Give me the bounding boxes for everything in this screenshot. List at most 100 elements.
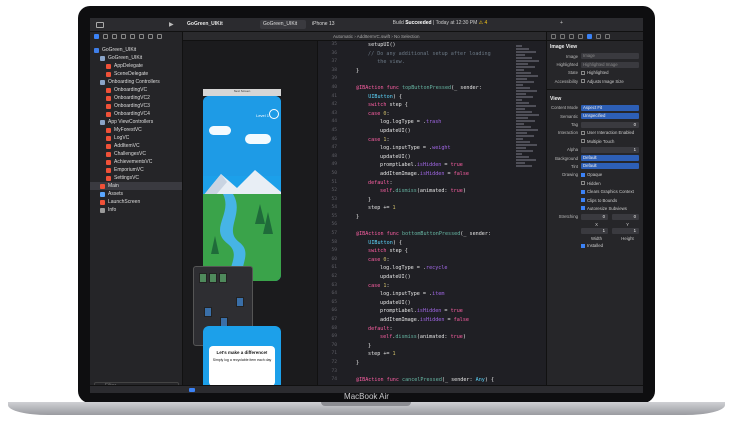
code-line[interactable]: @IBAction func cancelPressed(_ sender: A…: [344, 376, 544, 385]
code-line[interactable]: case 0:: [344, 256, 544, 265]
code-line[interactable]: [344, 368, 544, 377]
code-line[interactable]: UIButton) {: [344, 93, 544, 102]
sidebar-toggle-icon[interactable]: [96, 21, 104, 28]
tag-field[interactable]: 0: [581, 121, 639, 128]
code-line[interactable]: log.logType = .trash: [344, 118, 544, 127]
tree-item[interactable]: AchievementsVC: [90, 158, 182, 166]
size-icon[interactable]: [596, 34, 601, 39]
clips-bounds-checkbox[interactable]: [581, 198, 585, 203]
code-line[interactable]: // Do any additional setup after loading: [344, 50, 544, 59]
code-line[interactable]: }: [344, 213, 544, 222]
device-selector[interactable]: iPhone 13: [312, 21, 335, 27]
source-control-icon[interactable]: [103, 34, 108, 39]
code-line[interactable]: self.dismiss(animated: true): [344, 333, 544, 342]
tree-item[interactable]: GoGreen_UIKit: [90, 54, 182, 62]
image-field[interactable]: Image: [581, 53, 639, 60]
semantic-select[interactable]: Unspecified: [581, 113, 639, 120]
code-editor[interactable]: 35 36 37 38 39 40 41 42 43 44 45 46 47 48 49 50 51 52 53 54…: [318, 41, 546, 393]
tree-item[interactable]: GoGreen_UIKit: [90, 46, 182, 54]
code-line[interactable]: @IBAction func topButtonPressed(_ sender…: [344, 84, 544, 93]
folder-icon[interactable]: [94, 34, 99, 39]
code-line[interactable]: [344, 75, 544, 84]
code-line[interactable]: switch step {: [344, 101, 544, 110]
scene-thumbnail[interactable]: [204, 307, 212, 317]
installed-checkbox[interactable]: [581, 243, 585, 248]
scene-preview-onboarding[interactable]: Let's make a difference! Simply log a re…: [203, 326, 281, 393]
tree-item[interactable]: AppDelegate: [90, 62, 182, 70]
history-icon[interactable]: [560, 34, 565, 39]
scene-thumbnail[interactable]: [209, 273, 217, 283]
tree-item[interactable]: Info: [90, 206, 182, 214]
code-line[interactable]: promptLabel.isHidden = true: [344, 307, 544, 316]
highlighted-field[interactable]: Highlighted Image: [581, 61, 639, 68]
opaque-checkbox[interactable]: [581, 172, 585, 177]
run-icon[interactable]: ▶: [169, 21, 174, 28]
code-line[interactable]: log.logType = .recycle: [344, 264, 544, 273]
code-line[interactable]: step += 1: [344, 204, 544, 213]
stretch-height-field[interactable]: 1: [612, 228, 639, 235]
file-inspector-icon[interactable]: [551, 34, 556, 39]
symbol-icon[interactable]: [112, 34, 117, 39]
issue-icon[interactable]: [130, 34, 135, 39]
scene-thumbnail[interactable]: [219, 273, 227, 283]
alpha-field[interactable]: 1: [581, 146, 639, 153]
code-line[interactable]: case 0:: [344, 110, 544, 119]
code-line[interactable]: log.inputType = .item: [344, 290, 544, 299]
stretch-width-field[interactable]: 1: [581, 228, 608, 235]
hidden-checkbox[interactable]: [581, 181, 585, 186]
code-line[interactable]: case 1:: [344, 282, 544, 291]
multiple-touch-checkbox[interactable]: [581, 139, 585, 144]
tree-item[interactable]: Main: [90, 182, 182, 190]
code-line[interactable]: updateUI(): [344, 273, 544, 282]
tree-item[interactable]: MyForestVC: [90, 126, 182, 134]
tree-item[interactable]: App ViewControllers: [90, 118, 182, 126]
code-line[interactable]: log.inputType = .weight: [344, 144, 544, 153]
code-line[interactable]: updateUI(): [344, 299, 544, 308]
tree-item[interactable]: Onboarding Controllers: [90, 78, 182, 86]
identity-icon[interactable]: [578, 34, 583, 39]
code-line[interactable]: addItemImage.isHidden = false: [344, 170, 544, 179]
minimap[interactable]: [516, 45, 540, 167]
code-line[interactable]: updateUI(): [344, 127, 544, 136]
code-line[interactable]: default:: [344, 179, 544, 188]
attributes-icon[interactable]: [587, 34, 592, 39]
code-line[interactable]: case 1:: [344, 136, 544, 145]
content-mode-select[interactable]: Aspect Fit: [581, 104, 639, 111]
add-icon[interactable]: +: [560, 20, 563, 26]
code-line[interactable]: }: [344, 342, 544, 351]
code-line[interactable]: updateUI(): [344, 153, 544, 162]
code-line[interactable]: the view.: [344, 58, 544, 67]
tree-item[interactable]: EmporiumVC: [90, 166, 182, 174]
warning-count[interactable]: ⚠ 4: [479, 20, 488, 26]
code-line[interactable]: [344, 221, 544, 230]
user-interaction-checkbox[interactable]: [581, 130, 585, 135]
code-line[interactable]: step += 1: [344, 350, 544, 359]
code-line[interactable]: }: [344, 196, 544, 205]
scheme-selector[interactable]: GoGreen_UIKit: [260, 20, 306, 29]
code-line[interactable]: promptLabel.isHidden = true: [344, 161, 544, 170]
scene-preview[interactable]: Level 1: [203, 96, 281, 281]
breakpoint-icon[interactable]: [157, 34, 162, 39]
connections-icon[interactable]: [605, 34, 610, 39]
stretch-x-field[interactable]: 0: [581, 213, 608, 220]
tint-select[interactable]: Default: [581, 163, 639, 170]
search-icon[interactable]: [121, 34, 126, 39]
debug-icon[interactable]: [148, 34, 153, 39]
scene-thumbnail[interactable]: [199, 273, 207, 283]
tree-item[interactable]: AddItemVC: [90, 142, 182, 150]
stretch-y-field[interactable]: 0: [612, 213, 639, 220]
storyboard-canvas[interactable]: Next Screen Level 1 Let's make a differe…: [183, 41, 318, 393]
background-select[interactable]: Default: [581, 155, 639, 162]
code-line[interactable]: switch step {: [344, 247, 544, 256]
code-line[interactable]: @IBAction func bottomButtonPressed(_ sen…: [344, 230, 544, 239]
code-lines[interactable]: setupUI()// Do any additional setup afte…: [344, 41, 544, 393]
adjusts-size-checkbox[interactable]: [581, 79, 585, 84]
tree-item[interactable]: OnboardingVC: [90, 86, 182, 94]
tree-item[interactable]: LogVC: [90, 134, 182, 142]
clears-context-checkbox[interactable]: [581, 189, 585, 194]
tree-item[interactable]: ChallengesVC: [90, 150, 182, 158]
code-line[interactable]: setupUI(): [344, 41, 544, 50]
tree-item[interactable]: OnboardingVC3: [90, 102, 182, 110]
autoresize-checkbox[interactable]: [581, 206, 585, 211]
breadcrumb[interactable]: Automatic › AddItemVC.swift › No Selecti…: [333, 34, 420, 39]
